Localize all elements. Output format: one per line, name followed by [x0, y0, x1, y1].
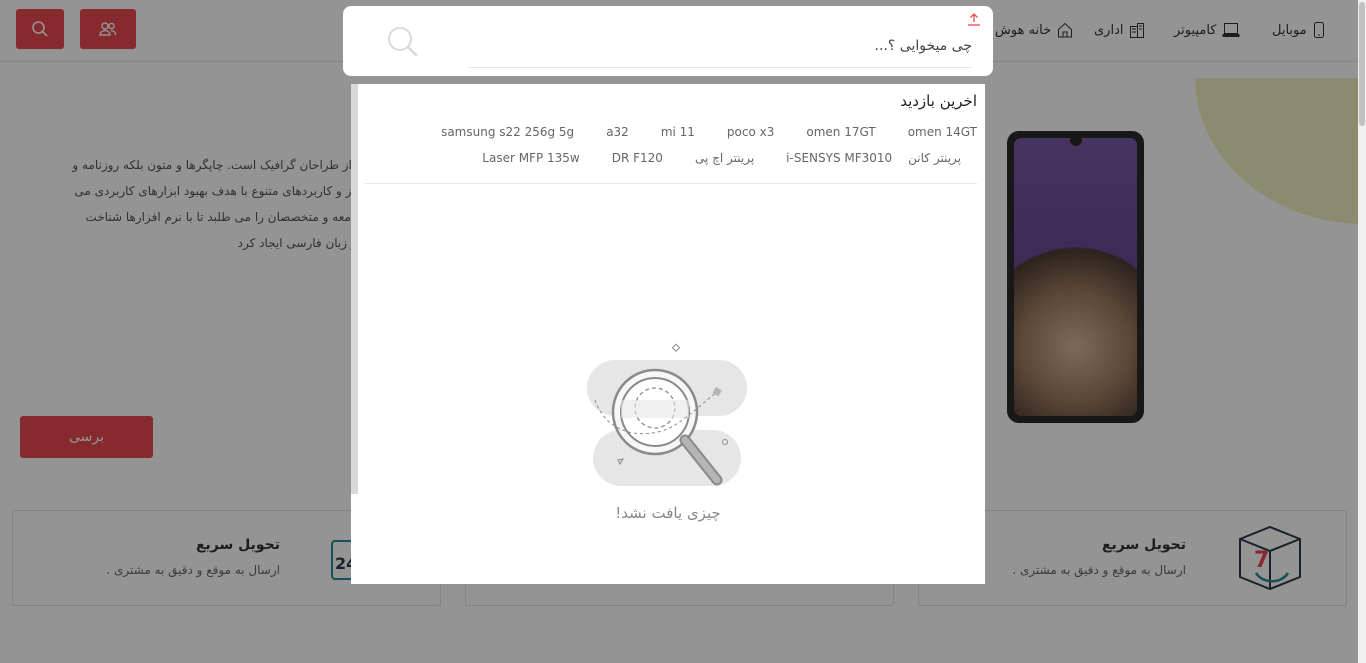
- recent-tag[interactable]: omen 14GT: [892, 122, 977, 142]
- recent-tag[interactable]: i-SENSYS MF3010: [770, 148, 892, 168]
- recent-tag[interactable]: omen 17GT: [790, 122, 891, 142]
- recent-tag[interactable]: پرینتر اچ پی: [679, 148, 770, 168]
- recent-tag[interactable]: poco x3: [711, 122, 790, 142]
- divider: [365, 183, 977, 184]
- recent-tag[interactable]: DR F120: [596, 148, 679, 168]
- recent-tag[interactable]: mi 11: [645, 122, 711, 142]
- search-modal: [343, 6, 993, 76]
- recent-tag[interactable]: samsung s22 256g 5g: [425, 122, 590, 142]
- search-icon: [388, 27, 418, 57]
- recent-tag[interactable]: Laser MFP 135w: [466, 148, 595, 168]
- panel-scrollbar[interactable]: [351, 84, 358, 494]
- empty-search-illustration: [587, 343, 747, 486]
- recent-tags: omen 14GT omen 17GT poco x3 mi 11 a32 sa…: [365, 122, 977, 168]
- empty-state-message: چیزی یافت نشد!: [615, 504, 721, 522]
- page-scrollbar-thumb[interactable]: [1359, 2, 1365, 126]
- search-results-panel: اخرین بازدید omen 14GT omen 17GT poco x3…: [351, 84, 985, 584]
- recent-tag[interactable]: پرینتر کانن: [892, 148, 977, 168]
- search-input[interactable]: [468, 24, 972, 68]
- recent-tag[interactable]: a32: [590, 122, 645, 142]
- recent-visits-title: اخرین بازدید: [900, 92, 977, 110]
